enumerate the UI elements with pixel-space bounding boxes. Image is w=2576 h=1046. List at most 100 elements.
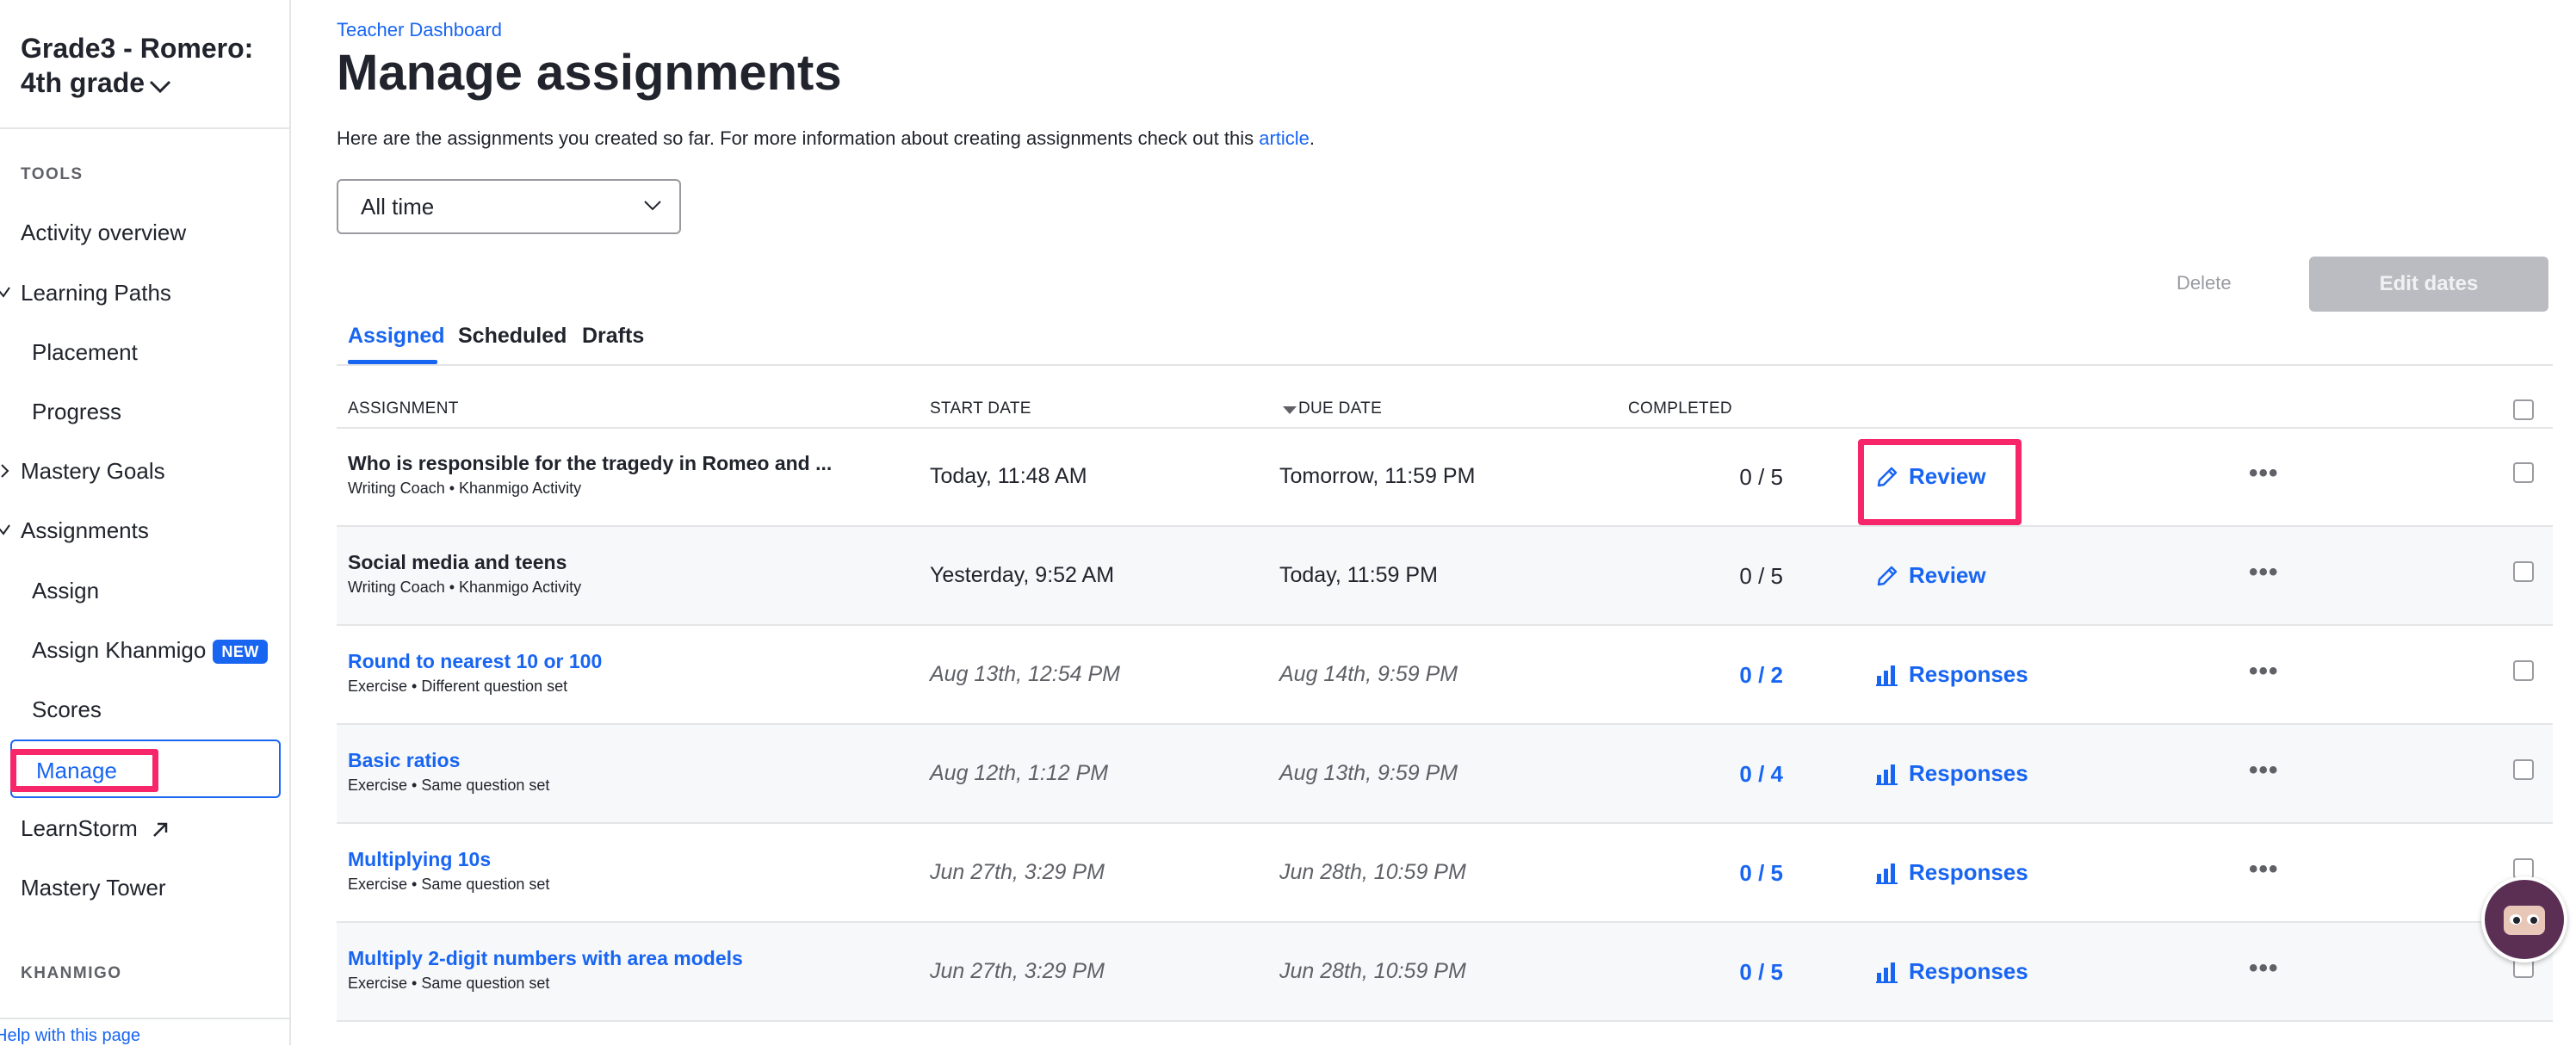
- responses-label: Responses: [1909, 958, 2028, 984]
- assignment-title[interactable]: Social media and teens: [348, 551, 567, 574]
- assignment-title[interactable]: Multiply 2-digit numbers with area model…: [348, 947, 743, 970]
- due-date: Jun 28th, 10:59 PM: [1279, 959, 1466, 983]
- assignment-title[interactable]: Who is responsible for the tragedy in Ro…: [348, 452, 832, 475]
- completed-count[interactable]: 0 / 2: [1680, 662, 1783, 689]
- manage-highlight: Manage: [10, 749, 158, 792]
- review-label: Review: [1909, 562, 1986, 588]
- assignment-title[interactable]: Round to nearest 10 or 100: [348, 650, 602, 673]
- checkmark-icon: [0, 287, 10, 298]
- delete-button[interactable]: Delete: [2177, 272, 2232, 294]
- column-header-assignment: ASSIGNMENT: [348, 399, 459, 418]
- tab-scheduled[interactable]: Scheduled: [458, 324, 567, 349]
- sidebar-item-mastery-goals[interactable]: Mastery Goals: [1, 454, 165, 488]
- start-date: Jun 27th, 3:29 PM: [930, 860, 1105, 884]
- sidebar-item-label: Activity overview: [21, 220, 187, 245]
- sidebar-item-scores[interactable]: Scores: [32, 692, 102, 727]
- sidebar-item-label: Mastery Goals: [21, 458, 165, 484]
- sidebar-item-activity-overview[interactable]: Activity overview: [21, 215, 186, 250]
- assignment-subtitle: Writing Coach • Khanmigo Activity: [348, 579, 582, 596]
- start-date: Aug 12th, 1:12 PM: [930, 761, 1109, 785]
- time-filter-value: All time: [361, 194, 435, 220]
- help-link[interactable]: Help with this page: [0, 1026, 140, 1046]
- intro-text: Here are the assignments you created so …: [337, 127, 1315, 150]
- completed-count[interactable]: 0 / 4: [1680, 761, 1783, 788]
- due-date: Aug 14th, 9:59 PM: [1279, 662, 1458, 686]
- sidebar-item-label: LearnStorm: [21, 815, 138, 841]
- bar-chart-icon: [1876, 863, 1898, 884]
- bar-chart-icon: [1876, 665, 1898, 686]
- intro-text-end: .: [1309, 127, 1316, 149]
- column-header-due-date-wrap[interactable]: DUE DATE: [1281, 399, 1382, 418]
- column-header-start-date[interactable]: START DATE: [930, 399, 1031, 418]
- pencil-icon: [1877, 566, 1898, 586]
- intro-text-body: Here are the assignments you created so …: [337, 127, 1254, 149]
- assignment-subtitle: Exercise • Same question set: [348, 876, 550, 893]
- assignment-subtitle: Exercise • Different question set: [348, 678, 568, 695]
- sidebar-divider: [0, 127, 289, 129]
- external-link-icon: [153, 822, 168, 838]
- chevron-down-icon: [644, 201, 661, 211]
- more-icon[interactable]: •••: [2249, 855, 2279, 884]
- more-icon[interactable]: •••: [2249, 756, 2279, 785]
- start-date: Aug 13th, 12:54 PM: [930, 662, 1120, 686]
- assignment-title[interactable]: Multiplying 10s: [348, 848, 491, 871]
- more-icon[interactable]: •••: [2249, 954, 2279, 983]
- responses-label: Responses: [1909, 661, 2028, 687]
- column-header-completed: COMPLETED: [1628, 399, 1732, 418]
- sidebar-item-label: Placement: [32, 339, 138, 365]
- responses-label: Responses: [1909, 859, 2028, 885]
- start-date: Jun 27th, 3:29 PM: [930, 959, 1105, 983]
- due-date: Tomorrow, 11:59 PM: [1279, 464, 1476, 488]
- table-row: Basic ratios Exercise • Same question se…: [337, 725, 2553, 824]
- table-row: Who is responsible for the tragedy in Ro…: [337, 428, 2553, 527]
- new-badge: NEW: [213, 640, 268, 665]
- sidebar-item-assign-khanmigo[interactable]: Assign Khanmigo NEW: [32, 633, 268, 667]
- edit-dates-button[interactable]: Edit dates: [2309, 257, 2548, 312]
- sidebar-item-learnstorm[interactable]: LearnStorm: [21, 811, 170, 845]
- sidebar-item-placement[interactable]: Placement: [32, 335, 138, 369]
- sidebar-divider: [0, 1018, 289, 1019]
- assignment-subtitle: Exercise • Same question set: [348, 777, 550, 794]
- sidebar-item-label: Scores: [32, 696, 102, 722]
- bar-chart-icon: [1876, 962, 1898, 983]
- completed-count: 0 / 5: [1739, 464, 1783, 490]
- sidebar-item-assign[interactable]: Assign: [32, 573, 99, 608]
- more-icon[interactable]: •••: [2249, 558, 2279, 587]
- due-date: Aug 13th, 9:59 PM: [1279, 761, 1458, 785]
- chevron-down-icon: [148, 68, 172, 102]
- select-all-checkbox[interactable]: [2513, 399, 2534, 420]
- tab-drafts[interactable]: Drafts: [582, 324, 644, 349]
- assignment-title[interactable]: Basic ratios: [348, 749, 460, 772]
- breadcrumb[interactable]: Teacher Dashboard: [337, 19, 502, 41]
- sidebar-item-label: Manage: [36, 758, 117, 783]
- sidebar-item-progress[interactable]: Progress: [32, 394, 121, 429]
- tabs-divider: [337, 364, 2553, 366]
- bar-chart-icon: [1876, 764, 1898, 785]
- tools-heading: TOOLS: [21, 165, 84, 183]
- table-row: Round to nearest 10 or 100 Exercise • Di…: [337, 626, 2553, 725]
- sidebar-item-label: Assignments: [21, 517, 149, 543]
- row-checkbox[interactable]: [2513, 660, 2534, 681]
- article-link[interactable]: article: [1259, 127, 1310, 149]
- table-row: Social media and teens Writing Coach • K…: [337, 527, 2553, 626]
- due-date: Jun 28th, 10:59 PM: [1279, 860, 1466, 884]
- time-filter-select[interactable]: All time: [337, 179, 681, 234]
- khanmigo-avatar-icon[interactable]: [2481, 876, 2567, 962]
- class-selector[interactable]: Grade3 - Romero: 4th grade: [21, 31, 279, 102]
- chevron-right-icon: [1, 464, 9, 478]
- sidebar-item-label: Learning Paths: [21, 280, 171, 306]
- row-checkbox[interactable]: [2513, 561, 2534, 582]
- row-checkbox[interactable]: [2513, 462, 2534, 483]
- class-title: Grade3 - Romero: 4th grade: [21, 33, 254, 98]
- table-row: Multiply 2-digit numbers with area model…: [337, 923, 2553, 1022]
- sidebar-item-assignments[interactable]: Assignments: [0, 513, 149, 548]
- more-icon[interactable]: •••: [2249, 459, 2279, 488]
- completed-count[interactable]: 0 / 5: [1680, 860, 1783, 887]
- more-icon[interactable]: •••: [2249, 657, 2279, 686]
- completed-count: 0 / 5: [1739, 563, 1783, 589]
- sidebar-item-learning-paths[interactable]: Learning Paths: [0, 275, 171, 310]
- sidebar-item-mastery-tower[interactable]: Mastery Tower: [21, 870, 166, 905]
- completed-count[interactable]: 0 / 5: [1680, 959, 1783, 986]
- tab-assigned[interactable]: Assigned: [348, 324, 445, 349]
- row-checkbox[interactable]: [2513, 759, 2534, 780]
